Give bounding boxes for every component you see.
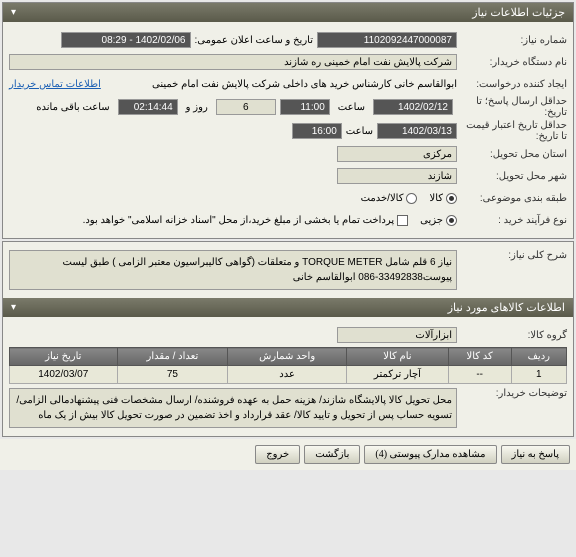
collapse-icon-2[interactable]: ▾ [11, 302, 16, 313]
treasury-checkbox-item[interactable]: پرداخت تمام یا بخشی از مبلغ خرید،از محل … [83, 215, 409, 226]
radio-partial-input[interactable] [446, 215, 457, 226]
days-value: 6 [216, 99, 276, 115]
days-label: روز و [186, 102, 208, 113]
td-date: 1402/03/07 [10, 366, 118, 384]
announce-value: 1402/02/06 - 08:29 [61, 32, 191, 48]
panel-body: شماره نیاز: 1102092447000087 تاریخ و ساع… [3, 22, 573, 238]
need-number-label: شماره نیاز: [457, 35, 567, 46]
goods-section-header: اطلاعات کالاهای مورد نیاز ▾ [3, 298, 573, 317]
validity-label: حداقل تاریخ اعتبار قیمت تا تاریخ: [457, 120, 567, 142]
countdown: 02:14:44 [118, 99, 178, 115]
radio-goods-input[interactable] [446, 193, 457, 204]
th-row: ردیف [511, 348, 566, 366]
radio-service-label: کالا/خدمت [361, 193, 404, 204]
radio-partial[interactable]: جزیی [420, 215, 457, 226]
respond-button[interactable]: پاسخ به نیاز [501, 445, 571, 464]
table-row[interactable]: 1 -- آچار ترکمتر عدد 75 1402/03/07 [10, 366, 567, 384]
th-qty: تعداد / مقدار [117, 348, 228, 366]
td-unit: عدد [228, 366, 347, 384]
city-value: شازند [337, 168, 457, 184]
group-label: گروه کالا: [457, 330, 567, 341]
city-label: شهر محل تحویل: [457, 171, 567, 182]
treasury-checkbox[interactable] [397, 215, 408, 226]
validity-date: 1402/03/13 [377, 123, 457, 139]
td-qty: 75 [117, 366, 228, 384]
process-label: نوع فرآیند خرید : [457, 215, 567, 226]
category-radio-group: کالا کالا/خدمت [361, 193, 457, 204]
validity-time: 16:00 [292, 123, 342, 139]
announce-label: تاریخ و ساعت اعلان عمومی: [195, 35, 314, 46]
attachments-button[interactable]: مشاهده مدارک پیوستی (4) [364, 445, 496, 464]
buyer-label: نام دستگاه خریدار: [457, 57, 567, 68]
goods-table: ردیف کد کالا نام کالا واحد شمارش تعداد /… [9, 347, 567, 384]
province-label: استان محل تحویل: [457, 149, 567, 160]
th-code: کد کالا [448, 348, 511, 366]
need-details-panel: جزئیات اطلاعات نیاز ▾ شماره نیاز: 110209… [2, 2, 574, 239]
deadline-label: حداقل ارسال پاسخ؛ تا تاریخ: [457, 96, 567, 118]
goods-section-title: اطلاعات کالاهای مورد نیاز [448, 301, 565, 314]
deadline-date: 1402/02/12 [373, 99, 453, 115]
buyer-value: شرکت پالایش نفت امام خمینی ره شازند [9, 54, 457, 70]
radio-service-input[interactable] [406, 193, 417, 204]
th-unit: واحد شمارش [228, 348, 347, 366]
treasury-label: پرداخت تمام یا بخشی از مبلغ خرید،از محل … [83, 215, 395, 226]
exit-button[interactable]: خروج [255, 445, 300, 464]
desc-text: نیاز 6 قلم شامل TORQUE METER و متعلقات (… [9, 250, 457, 290]
radio-goods-label: کالا [429, 193, 443, 204]
creator-label: ایجاد کننده درخواست: [457, 79, 567, 90]
panel-title: جزئیات اطلاعات نیاز [472, 6, 565, 19]
contact-link[interactable]: اطلاعات تماس خریدار [9, 79, 101, 90]
button-bar: پاسخ به نیاز مشاهده مدارک پیوستی (4) باز… [0, 439, 576, 470]
deadline-time: 11:00 [280, 99, 330, 115]
buyer-notes-label: توضیحات خریدار: [457, 388, 567, 399]
td-row: 1 [511, 366, 566, 384]
process-group: جزیی پرداخت تمام یا بخشی از مبلغ خرید،از… [83, 215, 457, 226]
province-value: مرکزی [337, 146, 457, 162]
radio-goods[interactable]: کالا [429, 193, 457, 204]
category-label: طبقه بندی موضوعی: [457, 193, 567, 204]
buyer-notes: محل تحویل کالا پالایشگاه شازند/ هزینه حم… [9, 388, 457, 428]
radio-partial-label: جزیی [420, 215, 443, 226]
creator-value: ابوالقاسم خانی کارشناس خرید های داخلی شر… [101, 79, 457, 90]
th-name: نام کالا [347, 348, 449, 366]
td-code: -- [448, 366, 511, 384]
need-description-panel: شرح کلی نیاز: نیاز 6 قلم شامل TORQUE MET… [2, 241, 574, 437]
group-value: ابزارآلات [337, 327, 457, 343]
panel-header: جزئیات اطلاعات نیاز ▾ [3, 3, 573, 22]
radio-service[interactable]: کالا/خدمت [361, 193, 418, 204]
desc-label: شرح کلی نیاز: [457, 250, 567, 261]
remaining-label: ساعت باقی مانده [36, 102, 109, 113]
back-button[interactable]: بازگشت [304, 445, 360, 464]
collapse-icon[interactable]: ▾ [11, 7, 16, 18]
td-name: آچار ترکمتر [347, 366, 449, 384]
need-number-value: 1102092447000087 [317, 32, 457, 48]
time-label-2: ساعت [346, 126, 373, 137]
time-label-1: ساعت [338, 102, 365, 113]
th-date: تاریخ نیاز [10, 348, 118, 366]
